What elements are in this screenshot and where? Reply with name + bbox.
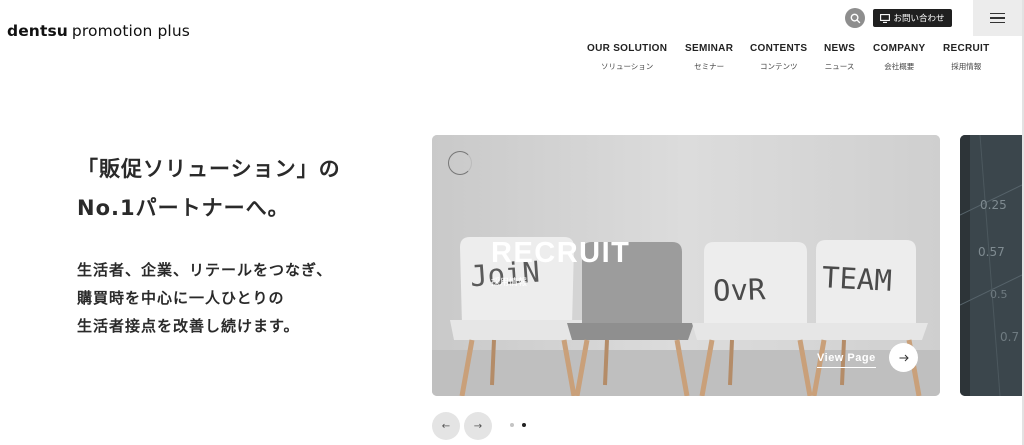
carousel-next-button[interactable]: → — [464, 412, 492, 440]
search-button[interactable] — [845, 8, 865, 28]
chair-word-team: TEAM — [821, 260, 893, 298]
nav-label-ja: セミナー — [694, 62, 725, 71]
arrow-left-icon: ← — [441, 420, 451, 432]
next-slide-number: 0.57 — [978, 245, 1005, 259]
carousel-dot[interactable] — [510, 423, 514, 427]
nav-label-en: SEMINAR — [685, 43, 734, 54]
nav-label-ja: ニュース — [824, 62, 855, 71]
hero-body-line: 生活者接点を改善し続けます。 — [77, 317, 300, 335]
nav-label-ja: 会社概要 — [884, 62, 915, 71]
nav-item-our-solution[interactable]: OUR SOLUTION ソリューション — [587, 43, 667, 72]
slide-title: RECRUIT — [491, 237, 631, 269]
hero-body-line: 生活者、企業、リテールをつなぎ、 — [77, 261, 333, 279]
nav-label-ja: コンテンツ — [759, 62, 798, 71]
arrow-right-icon: → — [473, 420, 483, 432]
hamburger-menu-button[interactable] — [973, 0, 1022, 36]
next-slide-number: 0.5 — [990, 288, 1008, 301]
next-slide-number: 0.25 — [980, 198, 1007, 212]
hamburger-icon-bar — [990, 21, 1005, 24]
nav-label-en: CONTENTS — [750, 43, 808, 54]
nav-label-en: RECRUIT — [943, 43, 990, 54]
hamburger-icon-bar — [990, 17, 1005, 19]
view-page-link[interactable]: View Page — [817, 352, 876, 368]
slide-subtitle: 採用情報 — [491, 278, 528, 288]
next-slide-preview[interactable]: 0.25 0.57 0.5 0.7 — [960, 135, 1022, 396]
nav-label-ja: 採用情報 — [951, 62, 982, 71]
nav-label-en: OUR SOLUTION — [587, 43, 668, 54]
monitor-icon — [880, 13, 891, 23]
nav-label-en: COMPANY — [873, 43, 926, 54]
nav-item-contents[interactable]: CONTENTS コンテンツ — [750, 43, 807, 72]
nav-item-recruit[interactable]: RECRUIT 採用情報 — [943, 43, 990, 72]
nav-item-seminar[interactable]: SEMINAR セミナー — [685, 43, 733, 72]
chair-word-our: OvR — [712, 272, 766, 308]
nav-item-company[interactable]: COMPANY 会社概要 — [873, 43, 925, 72]
hero-body-line: 購買時を中心に一人ひとりの — [77, 289, 285, 307]
contact-label: お問い合わせ — [893, 14, 945, 24]
nav-item-news[interactable]: NEWS ニュース — [824, 43, 855, 72]
search-icon — [850, 13, 860, 23]
logo-subtitle: promotion plus — [71, 22, 190, 40]
hamburger-icon — [990, 12, 1005, 15]
logo-brand: dentsu — [7, 22, 68, 40]
view-page-arrow-button[interactable] — [889, 343, 918, 372]
contact-button[interactable]: お問い合わせ — [873, 9, 952, 27]
hero-title-line: No.1パートナーへ。 — [77, 196, 290, 220]
arrow-right-icon — [899, 354, 909, 361]
hero-title-line: 「販促ソリューション」の — [77, 157, 341, 181]
nav-label-en: NEWS — [824, 43, 856, 54]
hero-body: 生活者、企業、リテールをつなぎ、 購買時を中心に一人ひとりの 生活者接点を改善し… — [77, 256, 332, 340]
carousel-prev-button[interactable]: ← — [432, 412, 460, 440]
next-slide-number: 0.7 — [1000, 330, 1020, 344]
slide-loading-icon — [448, 151, 472, 175]
hero-title: 「販促ソリューション」の No.1パートナーへ。 — [77, 150, 341, 228]
next-slide-image — [960, 135, 1022, 396]
site-logo[interactable]: dentsu promotion plus — [7, 22, 190, 40]
carousel-dot-active[interactable] — [522, 423, 526, 427]
nav-label-ja: ソリューション — [600, 62, 654, 71]
